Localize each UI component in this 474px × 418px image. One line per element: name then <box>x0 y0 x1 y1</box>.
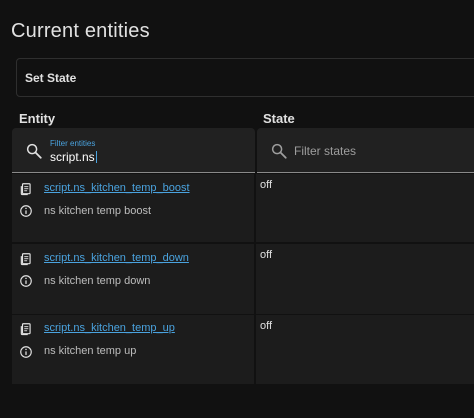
set-state-label: Set State <box>25 71 77 85</box>
table-row-entity-cell: script.ns_kitchen_temp_down ns kitchen t… <box>12 244 254 314</box>
search-icon <box>26 143 42 159</box>
page-title: Current entities <box>11 20 150 42</box>
entity-id-link[interactable]: script.ns_kitchen_temp_down <box>44 252 189 264</box>
entity-friendly-name: ns kitchen temp down <box>44 275 151 287</box>
state-value: off <box>260 179 273 191</box>
information-outline-icon[interactable] <box>19 274 33 288</box>
text-cursor <box>95 151 97 163</box>
table-row-state-cell: off <box>256 315 474 384</box>
entity-column-header: Entity <box>19 111 56 126</box>
table-row-entity-cell: script.ns_kitchen_temp_up ns kitchen tem… <box>12 315 254 384</box>
state-column-header: State <box>263 111 295 126</box>
information-outline-icon[interactable] <box>19 345 33 359</box>
script-text-icon[interactable] <box>19 322 33 336</box>
entity-id-link[interactable]: script.ns_kitchen_temp_up <box>44 322 175 334</box>
state-value: off <box>260 320 273 332</box>
entity-friendly-name: ns kitchen temp boost <box>44 205 152 217</box>
entity-filter-field[interactable]: Filter entities script.ns <box>12 128 255 173</box>
entity-filter-input[interactable]: script.ns <box>50 150 97 164</box>
set-state-expander[interactable]: Set State <box>16 58 474 97</box>
table-row-state-cell: off <box>256 244 474 314</box>
state-filter-placeholder: Filter states <box>294 144 357 158</box>
entity-friendly-name: ns kitchen temp up <box>44 345 137 357</box>
table-row-state-cell: off <box>256 174 474 242</box>
script-text-icon[interactable] <box>19 252 33 266</box>
script-text-icon[interactable] <box>19 182 33 196</box>
table-row-entity-cell: script.ns_kitchen_temp_boost ns kitchen … <box>12 174 254 242</box>
search-icon <box>271 143 287 159</box>
information-outline-icon[interactable] <box>19 204 33 218</box>
entity-filter-value: script.ns <box>50 150 95 164</box>
state-value: off <box>260 249 273 261</box>
developer-tools-states-page: Current entities Set State Entity State … <box>0 0 474 418</box>
entity-id-link[interactable]: script.ns_kitchen_temp_boost <box>44 182 190 194</box>
entity-filter-label: Filter entities <box>50 139 96 148</box>
state-filter-field[interactable]: Filter states <box>257 128 474 173</box>
